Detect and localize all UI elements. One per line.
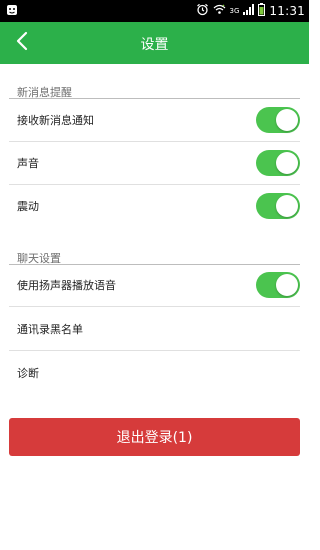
logout-button[interactable]: 退出登录(1) [9,418,300,456]
page-title: 设置 [140,37,169,53]
signal-icon [243,4,255,18]
setting-label: 震动 [17,200,39,213]
setting-row-blacklist[interactable]: 通讯录黑名单 [0,308,309,351]
notification-icon [6,4,18,19]
setting-row-receive-notifications[interactable]: 接收新消息通知 [0,99,309,142]
alarm-icon [196,3,209,19]
setting-label: 接收新消息通知 [17,114,94,127]
battery-icon [258,3,266,19]
status-time: 11:31 [269,4,305,18]
network-type: 3G [229,7,240,15]
title-bar: 设置 [0,22,309,64]
receive-notifications-toggle[interactable] [256,107,300,133]
status-bar: 3G 11:31 [0,0,309,22]
sound-toggle[interactable] [256,150,300,176]
setting-row-diagnose[interactable]: 诊断 [0,352,309,395]
vibrate-toggle[interactable] [256,193,300,219]
setting-row-speaker[interactable]: 使用扬声器播放语音 [0,264,309,307]
toggle-knob [276,195,298,217]
setting-row-vibrate[interactable]: 震动 [0,185,309,228]
speaker-toggle[interactable] [256,272,300,298]
row-divider [9,350,300,351]
setting-row-sound[interactable]: 声音 [0,142,309,185]
setting-label: 使用扬声器播放语音 [17,279,116,292]
toggle-knob [276,109,298,131]
row-divider [9,306,300,307]
setting-label: 通讯录黑名单 [17,323,83,336]
setting-label: 诊断 [17,367,39,380]
wifi-icon [213,4,226,18]
toggle-knob [276,152,298,174]
setting-label: 声音 [17,157,39,170]
toggle-knob [276,274,298,296]
